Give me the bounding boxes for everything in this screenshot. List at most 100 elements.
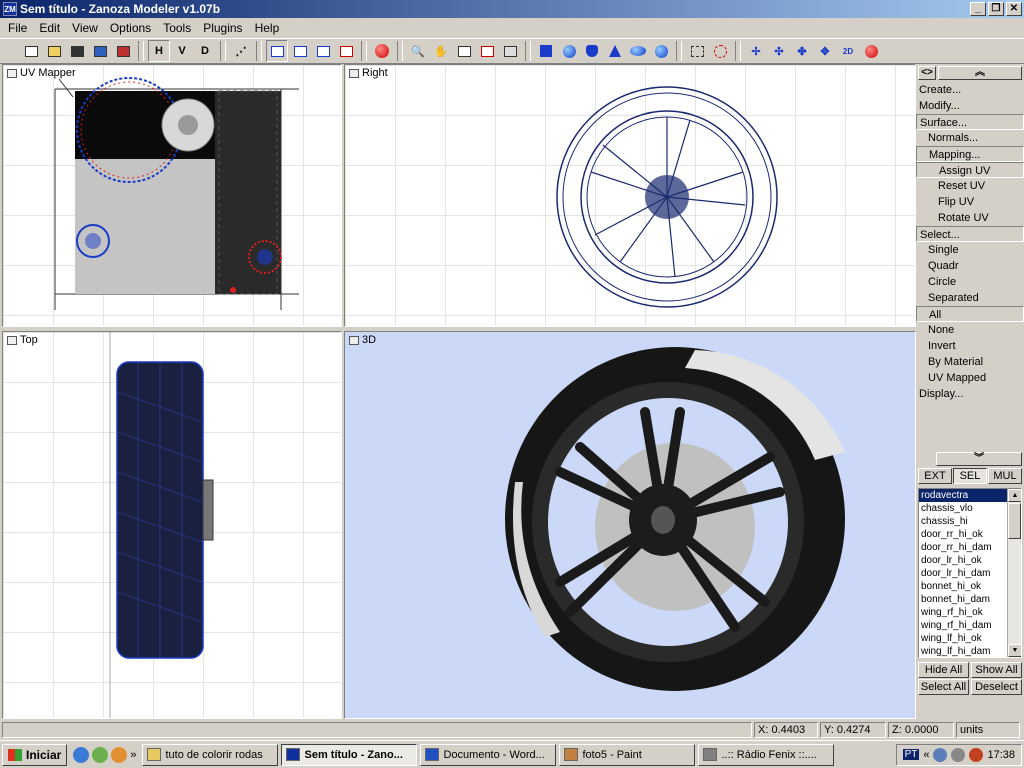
object-list-scrollbar[interactable]: ▲ ▼ xyxy=(1007,489,1021,657)
menu-help[interactable]: Help xyxy=(249,21,286,35)
select-edge-icon[interactable] xyxy=(312,40,334,62)
new-file-icon[interactable] xyxy=(20,40,42,62)
maximize-button[interactable]: ❐ xyxy=(988,2,1004,16)
start-button[interactable]: Iniciar xyxy=(2,743,68,766)
rect-select-icon[interactable] xyxy=(686,40,708,62)
move-icon[interactable]: ✢ xyxy=(745,40,767,62)
panel-menu-item[interactable]: Assign UV xyxy=(916,162,1024,178)
panel-menu-item[interactable]: Select... xyxy=(916,226,1024,242)
torus-primitive-icon[interactable] xyxy=(627,40,649,62)
right-viewport[interactable]: Right xyxy=(344,64,916,327)
taskbar-task[interactable]: ..:: Rádio Fenix ::.... xyxy=(698,743,835,766)
panel-menu-item[interactable]: Reset UV xyxy=(916,178,1024,194)
panel-menu-item[interactable]: Display... xyxy=(916,386,1024,402)
panel-menu-item[interactable]: All xyxy=(916,306,1024,322)
z-icon[interactable] xyxy=(860,40,882,62)
object-list-item[interactable]: rodavectra xyxy=(919,489,1021,502)
cone-primitive-icon[interactable] xyxy=(604,40,626,62)
geosphere-primitive-icon[interactable] xyxy=(650,40,672,62)
language-indicator[interactable]: PT xyxy=(902,749,920,760)
menu-options[interactable]: Options xyxy=(104,21,157,35)
collapse-down-button[interactable]: ︾ xyxy=(936,452,1022,466)
circle-select-icon[interactable] xyxy=(709,40,731,62)
panel-menu-item[interactable]: Rotate UV xyxy=(916,210,1024,226)
object-list-item[interactable]: bonnet_hi_dam xyxy=(919,593,1021,606)
panel-menu-item[interactable]: Modify... xyxy=(916,98,1024,114)
more-icon[interactable]: » xyxy=(130,749,136,761)
object-list-item[interactable]: chassis_hi xyxy=(919,515,1021,528)
rotate-icon[interactable]: ✣ xyxy=(768,40,790,62)
menu-tools[interactable]: Tools xyxy=(157,21,197,35)
close-button[interactable]: ✕ xyxy=(1006,2,1022,16)
convert-2d-3d-icon[interactable]: 2D xyxy=(837,40,859,62)
viewport-3d[interactable]: 3D xyxy=(344,331,916,719)
panel-menu-item[interactable]: Normals... xyxy=(916,130,1024,146)
ie-icon[interactable] xyxy=(73,746,90,763)
panel-menu-item[interactable]: Flip UV xyxy=(916,194,1024,210)
mode-sel-button[interactable]: SEL xyxy=(953,468,987,484)
panel-menu-item[interactable]: Single xyxy=(916,242,1024,258)
object-list-item[interactable]: wing_rf_hi_dam xyxy=(919,619,1021,632)
top-viewport[interactable]: Top xyxy=(2,331,342,719)
object-list[interactable]: rodavectra chassis_vlo chassis_hi door_rr_h… xyxy=(918,488,1022,658)
camera-icon[interactable] xyxy=(499,40,521,62)
hide-all-button[interactable]: Hide All xyxy=(918,662,969,678)
export-icon[interactable] xyxy=(112,40,134,62)
antivirus-icon[interactable] xyxy=(969,747,984,762)
network-icon[interactable] xyxy=(933,747,948,762)
mode-mul-button[interactable]: MUL xyxy=(988,468,1022,484)
import-icon[interactable] xyxy=(89,40,111,62)
panel-menu-item[interactable]: Surface... xyxy=(916,114,1024,130)
menu-file[interactable]: File xyxy=(2,21,33,35)
panel-menu-item[interactable]: UV Mapped xyxy=(916,370,1024,386)
panel-menu-item[interactable]: By Material xyxy=(916,354,1024,370)
uv-mapper-viewport[interactable]: UV Mapper xyxy=(2,64,342,327)
select-object-icon[interactable] xyxy=(266,40,288,62)
box-primitive-icon[interactable] xyxy=(535,40,557,62)
select-face-icon[interactable] xyxy=(289,40,311,62)
taskbar-task[interactable]: Sem título - Zano... xyxy=(281,743,418,766)
zoom-icon[interactable]: 🔍 xyxy=(407,40,429,62)
minimize-button[interactable]: _ xyxy=(970,2,986,16)
panel-menu-item[interactable]: None xyxy=(916,322,1024,338)
object-list-item[interactable]: door_lr_hi_dam xyxy=(919,567,1021,580)
vertex-icon[interactable]: ⋰ xyxy=(230,40,252,62)
d-button[interactable]: D xyxy=(194,40,216,62)
scale-icon[interactable]: ✤ xyxy=(791,40,813,62)
select-cube-icon[interactable] xyxy=(335,40,357,62)
object-list-item[interactable]: wing_rf_hi_ok xyxy=(919,606,1021,619)
panel-menu-item[interactable]: Invert xyxy=(916,338,1024,354)
panel-menu-item[interactable]: Create... xyxy=(916,82,1024,98)
object-list-item[interactable]: door_lr_hi_ok xyxy=(919,554,1021,567)
mode-ext-button[interactable]: EXT xyxy=(918,468,952,484)
object-list-item[interactable]: wing_lf_hi_ok xyxy=(919,632,1021,645)
panel-menu-item[interactable]: Circle xyxy=(916,274,1024,290)
object-list-item[interactable]: wing_lf_hi_dam xyxy=(919,645,1021,657)
collapse-up-button[interactable]: ︽ xyxy=(938,66,1022,80)
render-sphere-icon[interactable] xyxy=(371,40,393,62)
h-button[interactable]: H xyxy=(148,40,170,62)
view-cube-icon[interactable] xyxy=(453,40,475,62)
save-icon[interactable] xyxy=(66,40,88,62)
object-list-item[interactable]: bonnet_hi_ok xyxy=(919,580,1021,593)
panel-menu-item[interactable]: Quadr xyxy=(916,258,1024,274)
object-list-item[interactable]: chassis_vlo xyxy=(919,502,1021,515)
taskbar-task[interactable]: tuto de colorir rodas xyxy=(142,743,279,766)
taskbar-task[interactable]: Documento - Word... xyxy=(420,743,557,766)
show-all-button[interactable]: Show All xyxy=(971,662,1022,678)
panel-menu-item[interactable]: Mapping... xyxy=(916,146,1024,162)
media-player-icon[interactable] xyxy=(111,746,128,763)
object-list-item[interactable]: door_rr_hi_ok xyxy=(919,528,1021,541)
tray-expand-icon[interactable]: « xyxy=(923,749,929,761)
volume-icon[interactable] xyxy=(951,747,966,762)
open-folder-icon[interactable] xyxy=(43,40,65,62)
scroll-up-icon[interactable]: ▲ xyxy=(1008,489,1021,502)
menu-plugins[interactable]: Plugins xyxy=(197,21,248,35)
select-all-button[interactable]: Select All xyxy=(918,679,969,695)
cylinder-primitive-icon[interactable] xyxy=(581,40,603,62)
messenger-icon[interactable] xyxy=(92,746,109,763)
panel-menu-item[interactable]: Separated xyxy=(916,290,1024,306)
taskbar-task[interactable]: foto5 - Paint xyxy=(559,743,696,766)
pan-hand-icon[interactable]: ✋ xyxy=(430,40,452,62)
menu-view[interactable]: View xyxy=(66,21,104,35)
